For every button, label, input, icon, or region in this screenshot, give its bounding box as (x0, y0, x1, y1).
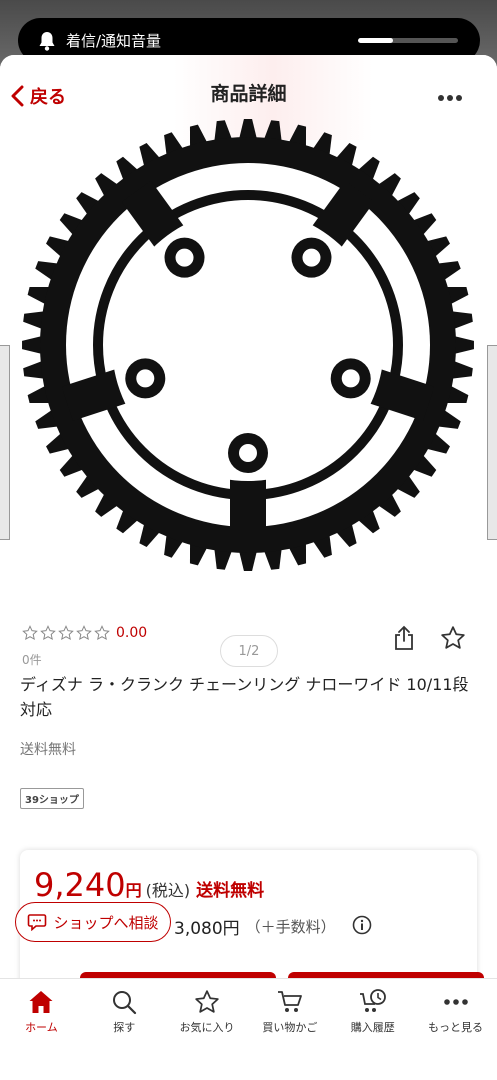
product-name: ディズナ ラ・クランク チェーンリング ナローワイド 10/11段対応 (20, 675, 469, 719)
free-shipping-label: 送料無料 (196, 881, 265, 901)
tab-label: お気に入り (179, 1021, 235, 1034)
home-icon (29, 991, 53, 1013)
star-empty-icon (22, 625, 38, 641)
chat-icon (28, 914, 47, 931)
star-empty-icon (76, 625, 92, 641)
volume-level (358, 38, 393, 43)
history-icon (359, 989, 386, 1012)
tab-home[interactable]: ホーム (0, 989, 82, 1080)
volume-slider[interactable] (358, 38, 458, 43)
back-button[interactable]: 戻る (10, 83, 66, 109)
chainring-image (22, 119, 474, 571)
share-icon (395, 625, 413, 650)
fee-note: （＋手数料） (245, 918, 336, 936)
info-icon[interactable] (352, 915, 372, 939)
tab-search[interactable]: 探す (83, 989, 165, 1080)
tab-label: ホーム (25, 1021, 58, 1034)
payment-fee-line: 3,080円 （＋手数料） (174, 914, 372, 939)
price-amount: 9,240 (34, 866, 126, 904)
shop-badge: 39ショップ (20, 788, 84, 809)
bottom-tab-bar: ホーム 探す お気に入り 買い物かご 購入履歴 もっと見る (0, 978, 497, 1080)
star-empty-icon (94, 625, 110, 641)
rating-stars (22, 625, 110, 641)
fee-amount: 3,080円 (174, 919, 240, 939)
shop-consult-button[interactable]: ショップへ相談 (15, 902, 171, 942)
chevron-left-icon (11, 85, 24, 107)
rating-value: 0.00 (116, 625, 148, 641)
favorite-button[interactable] (440, 625, 466, 655)
tab-label: 買い物かご (262, 1021, 318, 1034)
product-image-carousel[interactable]: 1/2 (0, 115, 497, 667)
tax-note: (税込) (145, 881, 191, 900)
tab-favorites[interactable]: お気に入り (166, 989, 248, 1080)
star-empty-icon (58, 625, 74, 641)
product-image[interactable] (18, 115, 478, 579)
price-line: 9,240 円 (税込) 送料無料 (34, 866, 264, 904)
volume-label: 着信/通知音量 (66, 32, 162, 50)
previous-image-peek[interactable] (0, 345, 10, 540)
tab-label: 探す (113, 1021, 136, 1034)
page-title: 商品詳細 (210, 83, 287, 105)
bell-icon (38, 31, 58, 51)
back-label: 戻る (30, 87, 66, 108)
consult-label: ショップへ相談 (53, 913, 159, 932)
image-pager: 1/2 (220, 635, 278, 667)
more-icon (443, 999, 468, 1005)
rating-row[interactable]: 0.00 (22, 625, 147, 641)
next-image-peek[interactable] (487, 345, 497, 540)
star-empty-icon (40, 625, 56, 641)
share-button[interactable] (392, 625, 416, 655)
tab-more[interactable]: もっと見る (415, 989, 497, 1080)
price-currency: 円 (125, 881, 142, 900)
cart-icon (277, 991, 302, 1012)
tab-label: もっと見る (428, 1021, 484, 1034)
product-detail-sheet: 戻る 商品詳細 1/2 0.00 0件 ディズナ ラ・クランク チェーンリング … (0, 55, 497, 1080)
tab-purchase-history[interactable]: 購入履歴 (332, 989, 414, 1080)
more-icon (438, 95, 462, 101)
tab-label: 購入履歴 (350, 1021, 395, 1034)
search-icon (113, 991, 137, 1015)
review-count[interactable]: 0件 (22, 651, 42, 668)
star-icon (195, 990, 219, 1013)
star-icon (441, 626, 465, 649)
more-options-button[interactable] (437, 87, 463, 106)
tab-cart[interactable]: 買い物かご (249, 989, 331, 1080)
shipping-info: 送料無料 (20, 742, 76, 758)
